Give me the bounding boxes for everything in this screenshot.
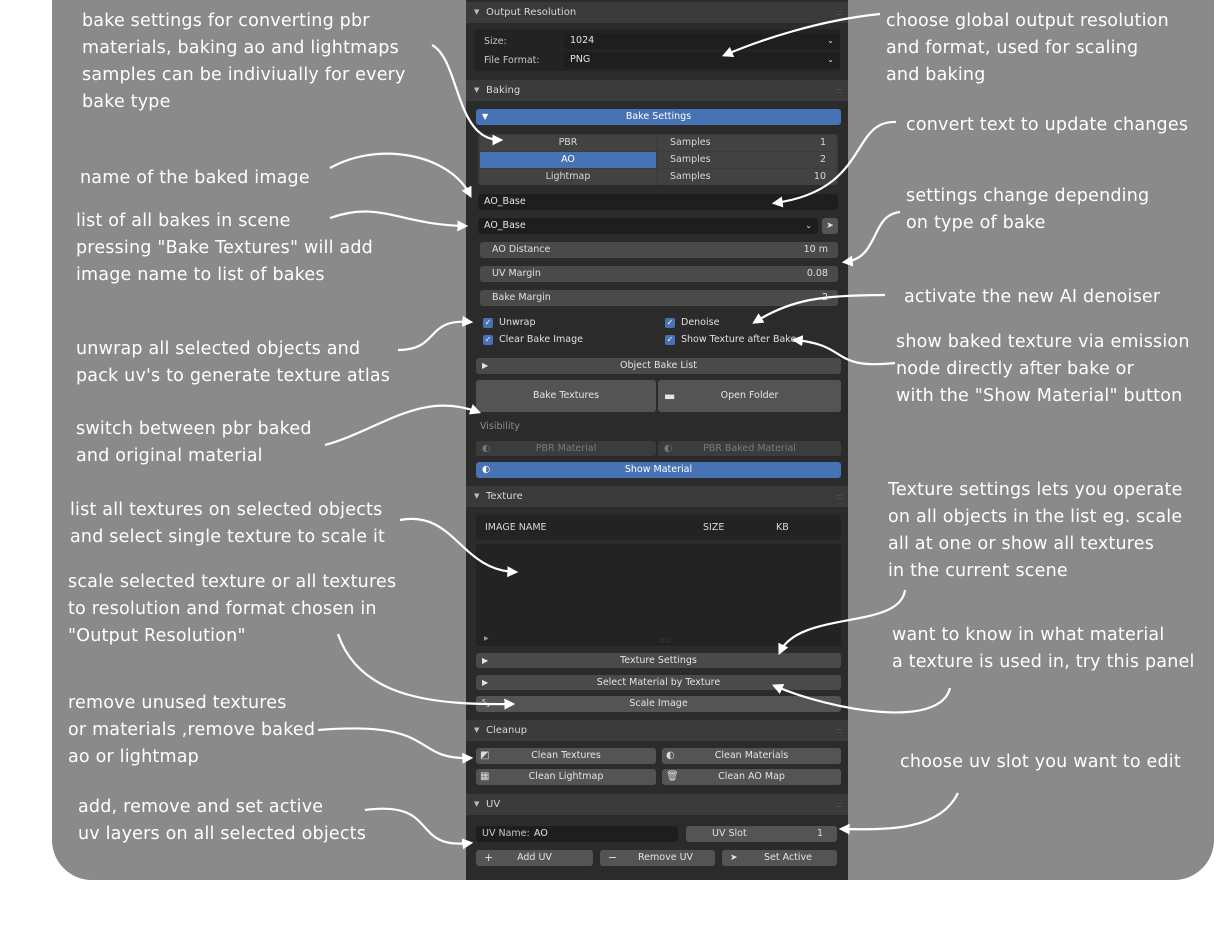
arrow-scale-selected (336, 633, 516, 710)
arrow-global-res (721, 12, 881, 58)
arrow-bake-settings (431, 44, 504, 146)
arrow-list-textures (399, 517, 519, 578)
arrow-remove-unused (317, 727, 474, 764)
arrow-switch (324, 404, 482, 447)
arrow-show-baked (791, 335, 896, 366)
annotation-arrows (317, 12, 959, 850)
arrow-list-bakes (329, 210, 469, 232)
arrow-convert-text (771, 120, 897, 208)
arrow-name-baked (329, 152, 472, 198)
arrow-texture-settings (778, 589, 907, 655)
arrow-uv-slot (838, 792, 959, 835)
arrow-settings-change (841, 210, 901, 267)
arrow-uv-layers (364, 807, 474, 850)
arrow-unwrap (397, 315, 474, 352)
arrow-material-lookup (771, 684, 952, 714)
arrow-denoiser (752, 293, 886, 324)
